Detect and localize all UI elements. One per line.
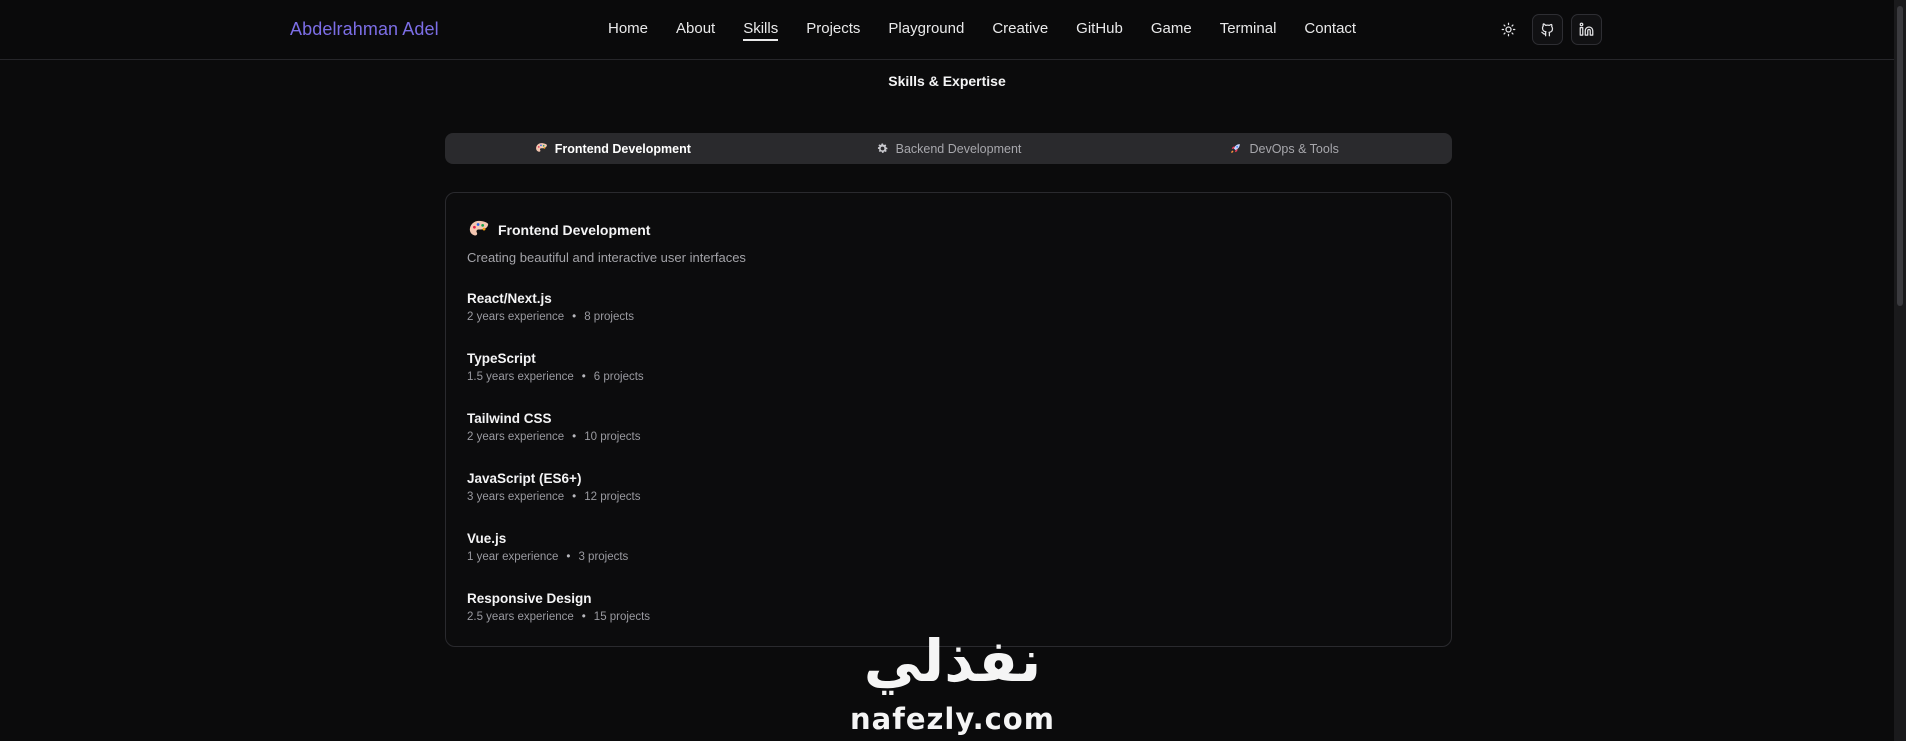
scrollbar-thumb[interactable] xyxy=(1897,6,1903,306)
github-icon xyxy=(1541,23,1554,37)
palette-icon xyxy=(469,220,489,236)
nav-terminal[interactable]: Terminal xyxy=(1220,20,1277,41)
watermark: نفذلي nafezly.com xyxy=(845,630,1060,741)
tab-devops[interactable]: DevOps & Tools xyxy=(1116,133,1452,164)
skill-meta: 2 years experience • 8 projects xyxy=(467,311,1267,323)
nav-contact[interactable]: Contact xyxy=(1304,20,1356,41)
nav-skills[interactable]: Skills xyxy=(743,20,779,41)
list-item: React/Next.js 2 years experience • 8 pro… xyxy=(467,291,1267,351)
skill-name: Tailwind CSS xyxy=(467,411,552,426)
nav-projects[interactable]: Projects xyxy=(806,20,860,41)
skills-list: React/Next.js 2 years experience • 8 pro… xyxy=(467,291,1267,651)
sun-icon xyxy=(1501,22,1516,37)
nav-links: Home About Skills Projects Playground Cr… xyxy=(608,20,1384,41)
skill-projects: 10 projects xyxy=(584,431,641,443)
skill-meta: 1.5 years experience • 6 projects xyxy=(467,371,1267,383)
skill-name: TypeScript xyxy=(467,351,536,366)
nav-creative[interactable]: Creative xyxy=(992,20,1048,41)
card-title: Frontend Development xyxy=(498,222,651,238)
skill-meta: 2 years experience • 10 projects xyxy=(467,431,1267,443)
linkedin-icon xyxy=(1579,22,1594,36)
nav-actions xyxy=(1493,14,1602,45)
skill-experience: 1.5 years experience xyxy=(467,371,574,383)
tab-frontend[interactable]: Frontend Development xyxy=(445,133,781,164)
skill-experience: 2 years experience xyxy=(467,431,565,443)
tab-label: DevOps & Tools xyxy=(1249,141,1339,156)
brand-logo[interactable]: Abdelrahman Adel xyxy=(290,19,439,40)
rocket-icon xyxy=(1231,144,1241,153)
navbar: Abdelrahman Adel Home About Skills Proje… xyxy=(0,0,1906,60)
list-item: TypeScript 1.5 years experience • 6 proj… xyxy=(467,351,1267,411)
gear-icon xyxy=(877,143,888,153)
skill-meta: 3 years experience • 12 projects xyxy=(467,491,1267,503)
skill-name: JavaScript (ES6+) xyxy=(467,471,582,486)
watermark-domain-text: nafezly.com xyxy=(850,702,1055,736)
list-item: Tailwind CSS 2 years experience • 10 pro… xyxy=(467,411,1267,471)
list-item: JavaScript (ES6+) 3 years experience • 1… xyxy=(467,471,1267,531)
skill-experience: 3 years experience xyxy=(467,491,565,503)
separator-dot: • xyxy=(566,551,571,563)
nav-game[interactable]: Game xyxy=(1151,20,1192,41)
watermark-arabic-text: نفذلي xyxy=(863,627,1042,695)
nav-home[interactable]: Home xyxy=(608,20,648,41)
separator-dot: • xyxy=(572,491,577,503)
nav-about[interactable]: About xyxy=(676,20,715,41)
nav-playground[interactable]: Playground xyxy=(888,20,964,41)
skill-projects: 12 projects xyxy=(584,491,641,503)
skill-name: Vue.js xyxy=(467,531,507,546)
section-title: Skills & Expertise xyxy=(888,73,1006,89)
skill-projects: 8 projects xyxy=(584,311,635,323)
skill-experience: 1 year experience xyxy=(467,551,559,563)
separator-dot: • xyxy=(581,371,586,383)
skill-meta: 1 year experience • 3 projects xyxy=(467,551,1267,563)
palette-icon xyxy=(535,143,547,152)
separator-dot: • xyxy=(572,431,577,443)
nav-github[interactable]: GitHub xyxy=(1076,20,1123,41)
list-item: Vue.js 1 year experience • 3 projects xyxy=(467,531,1267,591)
card-description: Creating beautiful and interactive user … xyxy=(467,250,746,265)
skill-projects: 6 projects xyxy=(593,371,644,383)
skill-projects: 3 projects xyxy=(578,551,629,563)
tab-label: Frontend Development xyxy=(554,141,691,156)
skill-projects: 15 projects xyxy=(593,611,651,623)
skill-meta: 2.5 years experience • 15 projects xyxy=(467,611,1267,623)
skill-experience: 2.5 years experience xyxy=(467,611,574,623)
page-scrollbar[interactable] xyxy=(1894,0,1906,741)
skill-name: Responsive Design xyxy=(467,591,592,606)
theme-toggle-button[interactable] xyxy=(1493,14,1524,45)
separator-dot: • xyxy=(572,311,577,323)
linkedin-button[interactable] xyxy=(1571,14,1602,45)
skill-experience: 2 years experience xyxy=(467,311,565,323)
skill-category-tabs: Frontend Development Backend Development… xyxy=(445,133,1452,164)
skills-card: Frontend Development Creating beautiful … xyxy=(445,192,1452,647)
github-button[interactable] xyxy=(1532,14,1563,45)
separator-dot: • xyxy=(581,611,586,623)
skill-name: React/Next.js xyxy=(467,291,552,306)
page: Abdelrahman Adel Home About Skills Proje… xyxy=(0,0,1906,741)
tab-backend[interactable]: Backend Development xyxy=(781,133,1117,164)
tab-label: Backend Development xyxy=(895,141,1022,156)
card-header: Frontend Development xyxy=(468,219,650,241)
